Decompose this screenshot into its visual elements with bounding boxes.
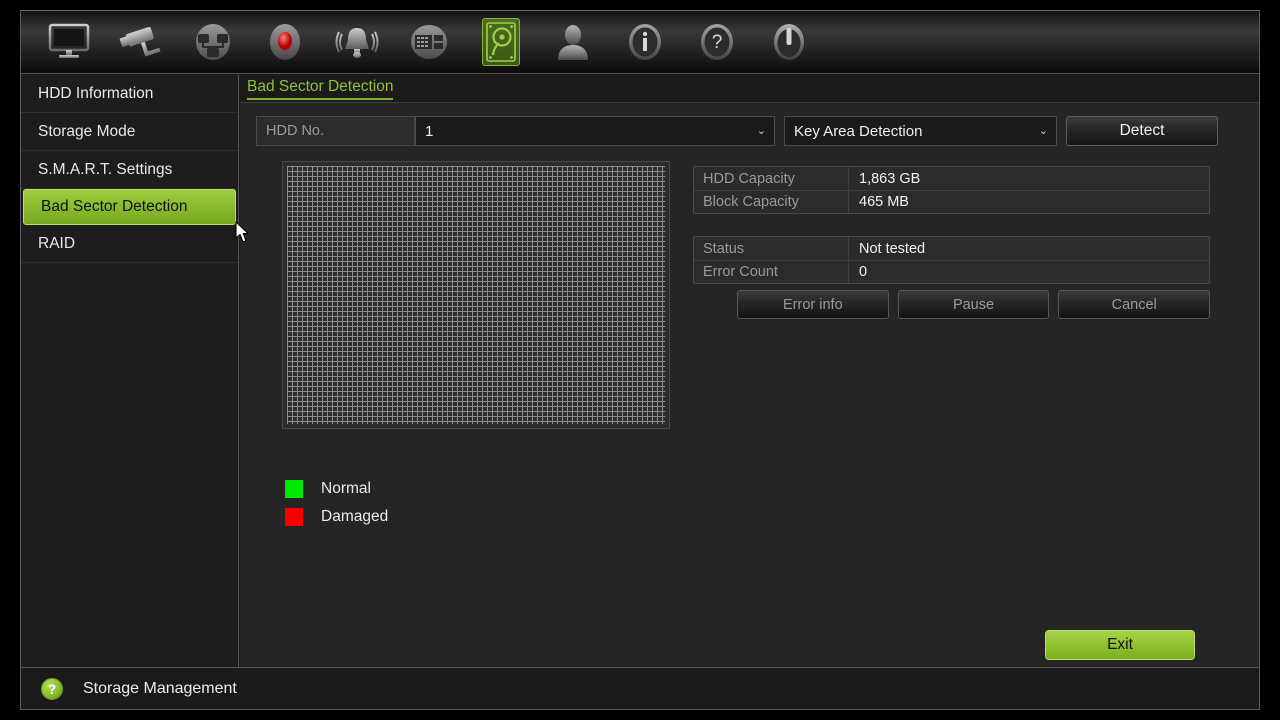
sidebar-item-label: HDD Information bbox=[38, 84, 154, 102]
sidebar-item-raid[interactable]: RAID bbox=[21, 225, 238, 263]
sidebar-item-storage-mode[interactable]: Storage Mode bbox=[21, 113, 238, 151]
table-row: Block Capacity 465 MB bbox=[694, 190, 1209, 213]
error-info-button[interactable]: Error info bbox=[737, 290, 889, 319]
status-bar-title: Storage Management bbox=[83, 679, 237, 697]
hdd-icon[interactable] bbox=[465, 13, 537, 71]
power-icon[interactable] bbox=[753, 13, 825, 71]
exit-button[interactable]: Exit bbox=[1045, 630, 1195, 660]
record-icon[interactable] bbox=[249, 13, 321, 71]
block-capacity-label: Block Capacity bbox=[694, 191, 849, 213]
cancel-button[interactable]: Cancel bbox=[1058, 290, 1211, 319]
help-icon[interactable]: ? bbox=[681, 13, 753, 71]
sidebar-item-bad-sector-detection[interactable]: Bad Sector Detection bbox=[23, 189, 236, 225]
hdd-no-label: HDD No. bbox=[256, 116, 415, 146]
user-icon[interactable] bbox=[537, 13, 609, 71]
sidebar-item-label: Bad Sector Detection bbox=[41, 198, 188, 215]
tab-bar: Bad Sector Detection bbox=[240, 75, 1259, 103]
sidebar-item-smart-settings[interactable]: S.M.A.R.T. Settings bbox=[21, 151, 238, 189]
svg-text:?: ? bbox=[712, 32, 723, 53]
content-panel: Bad Sector Detection HDD No. 1 ⌄ Key Are… bbox=[240, 75, 1259, 667]
help-circle-icon[interactable]: ? bbox=[41, 677, 63, 700]
status-info-table: Status Not tested Error Count 0 bbox=[693, 236, 1210, 284]
sidebar-item-label: S.M.A.R.T. Settings bbox=[38, 160, 173, 178]
sector-legend: Normal Damaged bbox=[285, 475, 388, 531]
detect-button[interactable]: Detect bbox=[1066, 116, 1218, 146]
chevron-down-icon: ⌄ bbox=[1038, 124, 1048, 137]
error-count-value: 0 bbox=[859, 264, 868, 280]
error-count-label: Error Count bbox=[694, 261, 849, 283]
application-window: ? HDD Information Storage Mode S.M.A.R.T… bbox=[20, 10, 1260, 710]
status-bar: ? Storage Management bbox=[21, 667, 1259, 709]
legend-item-normal: Normal bbox=[285, 475, 388, 503]
damaged-color-swatch bbox=[285, 508, 303, 526]
table-row: Error Count 0 bbox=[694, 260, 1209, 283]
detection-mode-value: Key Area Detection bbox=[794, 122, 923, 140]
alarm-icon[interactable] bbox=[321, 13, 393, 71]
tab-bad-sector-detection[interactable]: Bad Sector Detection bbox=[247, 77, 394, 100]
normal-color-swatch bbox=[285, 480, 303, 498]
sector-map-panel bbox=[282, 161, 670, 429]
pause-button[interactable]: Pause bbox=[897, 290, 1050, 319]
camera-icon[interactable] bbox=[105, 13, 177, 71]
sector-map-grid[interactable] bbox=[287, 166, 665, 424]
block-capacity-value: 465 MB bbox=[859, 194, 909, 210]
action-button-row: Error info Pause Cancel bbox=[737, 290, 1211, 319]
legend-item-damaged: Damaged bbox=[285, 503, 388, 531]
sidebar-menu: HDD Information Storage Mode S.M.A.R.T. … bbox=[21, 75, 239, 667]
hdd-capacity-value: 1,863 GB bbox=[859, 170, 921, 187]
hdd-no-select[interactable]: 1 ⌄ bbox=[415, 116, 775, 146]
status-value: Not tested bbox=[859, 240, 926, 257]
detection-controls: HDD No. 1 ⌄ Key Area Detection ⌄ Detect bbox=[256, 115, 1244, 147]
table-row: HDD Capacity 1,863 GB bbox=[694, 167, 1209, 190]
chevron-down-icon: ⌄ bbox=[756, 124, 766, 137]
sidebar-item-label: Storage Mode bbox=[38, 122, 136, 140]
capacity-info-table: HDD Capacity 1,863 GB Block Capacity 465… bbox=[693, 166, 1210, 214]
device-icon[interactable] bbox=[393, 13, 465, 71]
sidebar-item-label: RAID bbox=[38, 234, 76, 252]
sidebar-item-hdd-information[interactable]: HDD Information bbox=[21, 75, 238, 113]
legend-label: Damaged bbox=[321, 508, 389, 525]
network-icon[interactable] bbox=[177, 13, 249, 71]
hdd-icon-plate bbox=[482, 18, 520, 66]
detection-mode-select[interactable]: Key Area Detection ⌄ bbox=[784, 116, 1057, 146]
hdd-capacity-label: HDD Capacity bbox=[694, 167, 849, 190]
legend-label: Normal bbox=[321, 480, 371, 497]
hdd-no-value: 1 bbox=[425, 122, 434, 140]
table-row: Status Not tested bbox=[694, 237, 1209, 260]
status-label: Status bbox=[694, 237, 849, 260]
monitor-icon[interactable] bbox=[33, 13, 105, 71]
main-toolbar: ? bbox=[21, 11, 1259, 74]
info-icon[interactable] bbox=[609, 13, 681, 71]
